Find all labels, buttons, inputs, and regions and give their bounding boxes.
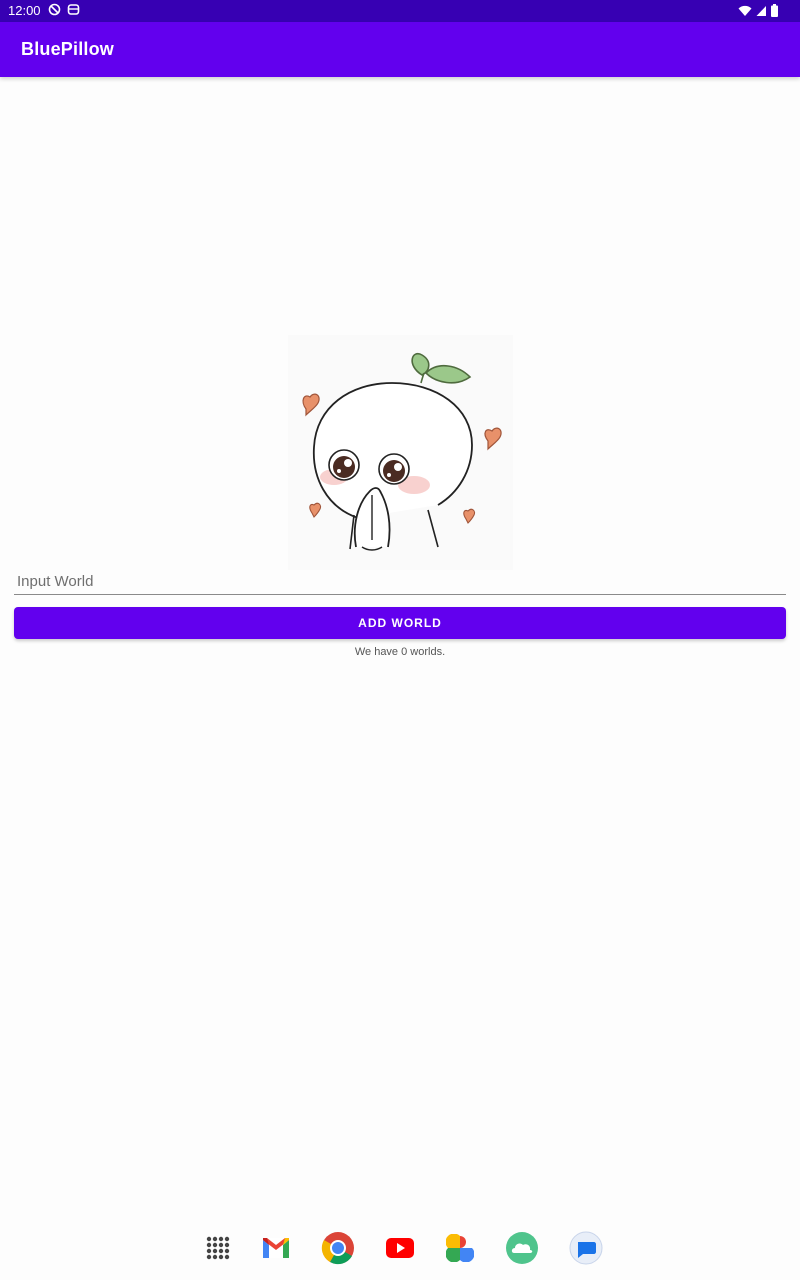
chrome-icon[interactable]: [320, 1230, 356, 1266]
photos-icon[interactable]: [442, 1230, 478, 1266]
app-dock: [0, 1224, 800, 1280]
do-not-disturb-icon: [48, 3, 61, 19]
status-right-icons: [738, 4, 778, 20]
signal-icon: [756, 5, 767, 20]
main-content: ADD WORLD We have 0 worlds.: [0, 77, 800, 1227]
world-input[interactable]: [14, 564, 786, 595]
app-bar: BluePillow: [0, 22, 800, 77]
app-drawer-icon[interactable]: [200, 1230, 236, 1266]
status-bar: 12:00: [0, 0, 800, 22]
notification-icon: [67, 3, 80, 19]
world-count-text: We have 0 worlds.: [354, 646, 446, 658]
add-world-button[interactable]: ADD WORLD: [14, 607, 786, 639]
world-input-wrapper: [14, 564, 786, 597]
app-title: BluePillow: [21, 39, 115, 59]
status-time: 12:00: [8, 3, 41, 18]
youtube-icon[interactable]: [382, 1230, 418, 1266]
messages-icon[interactable]: [568, 1230, 604, 1266]
status-left-icons: [48, 3, 80, 19]
battery-icon: [771, 4, 778, 20]
sprout-character-illustration: [288, 335, 513, 570]
gmail-icon[interactable]: [258, 1230, 294, 1266]
cloud-app-icon[interactable]: [504, 1230, 540, 1266]
wifi-icon: [738, 5, 752, 20]
